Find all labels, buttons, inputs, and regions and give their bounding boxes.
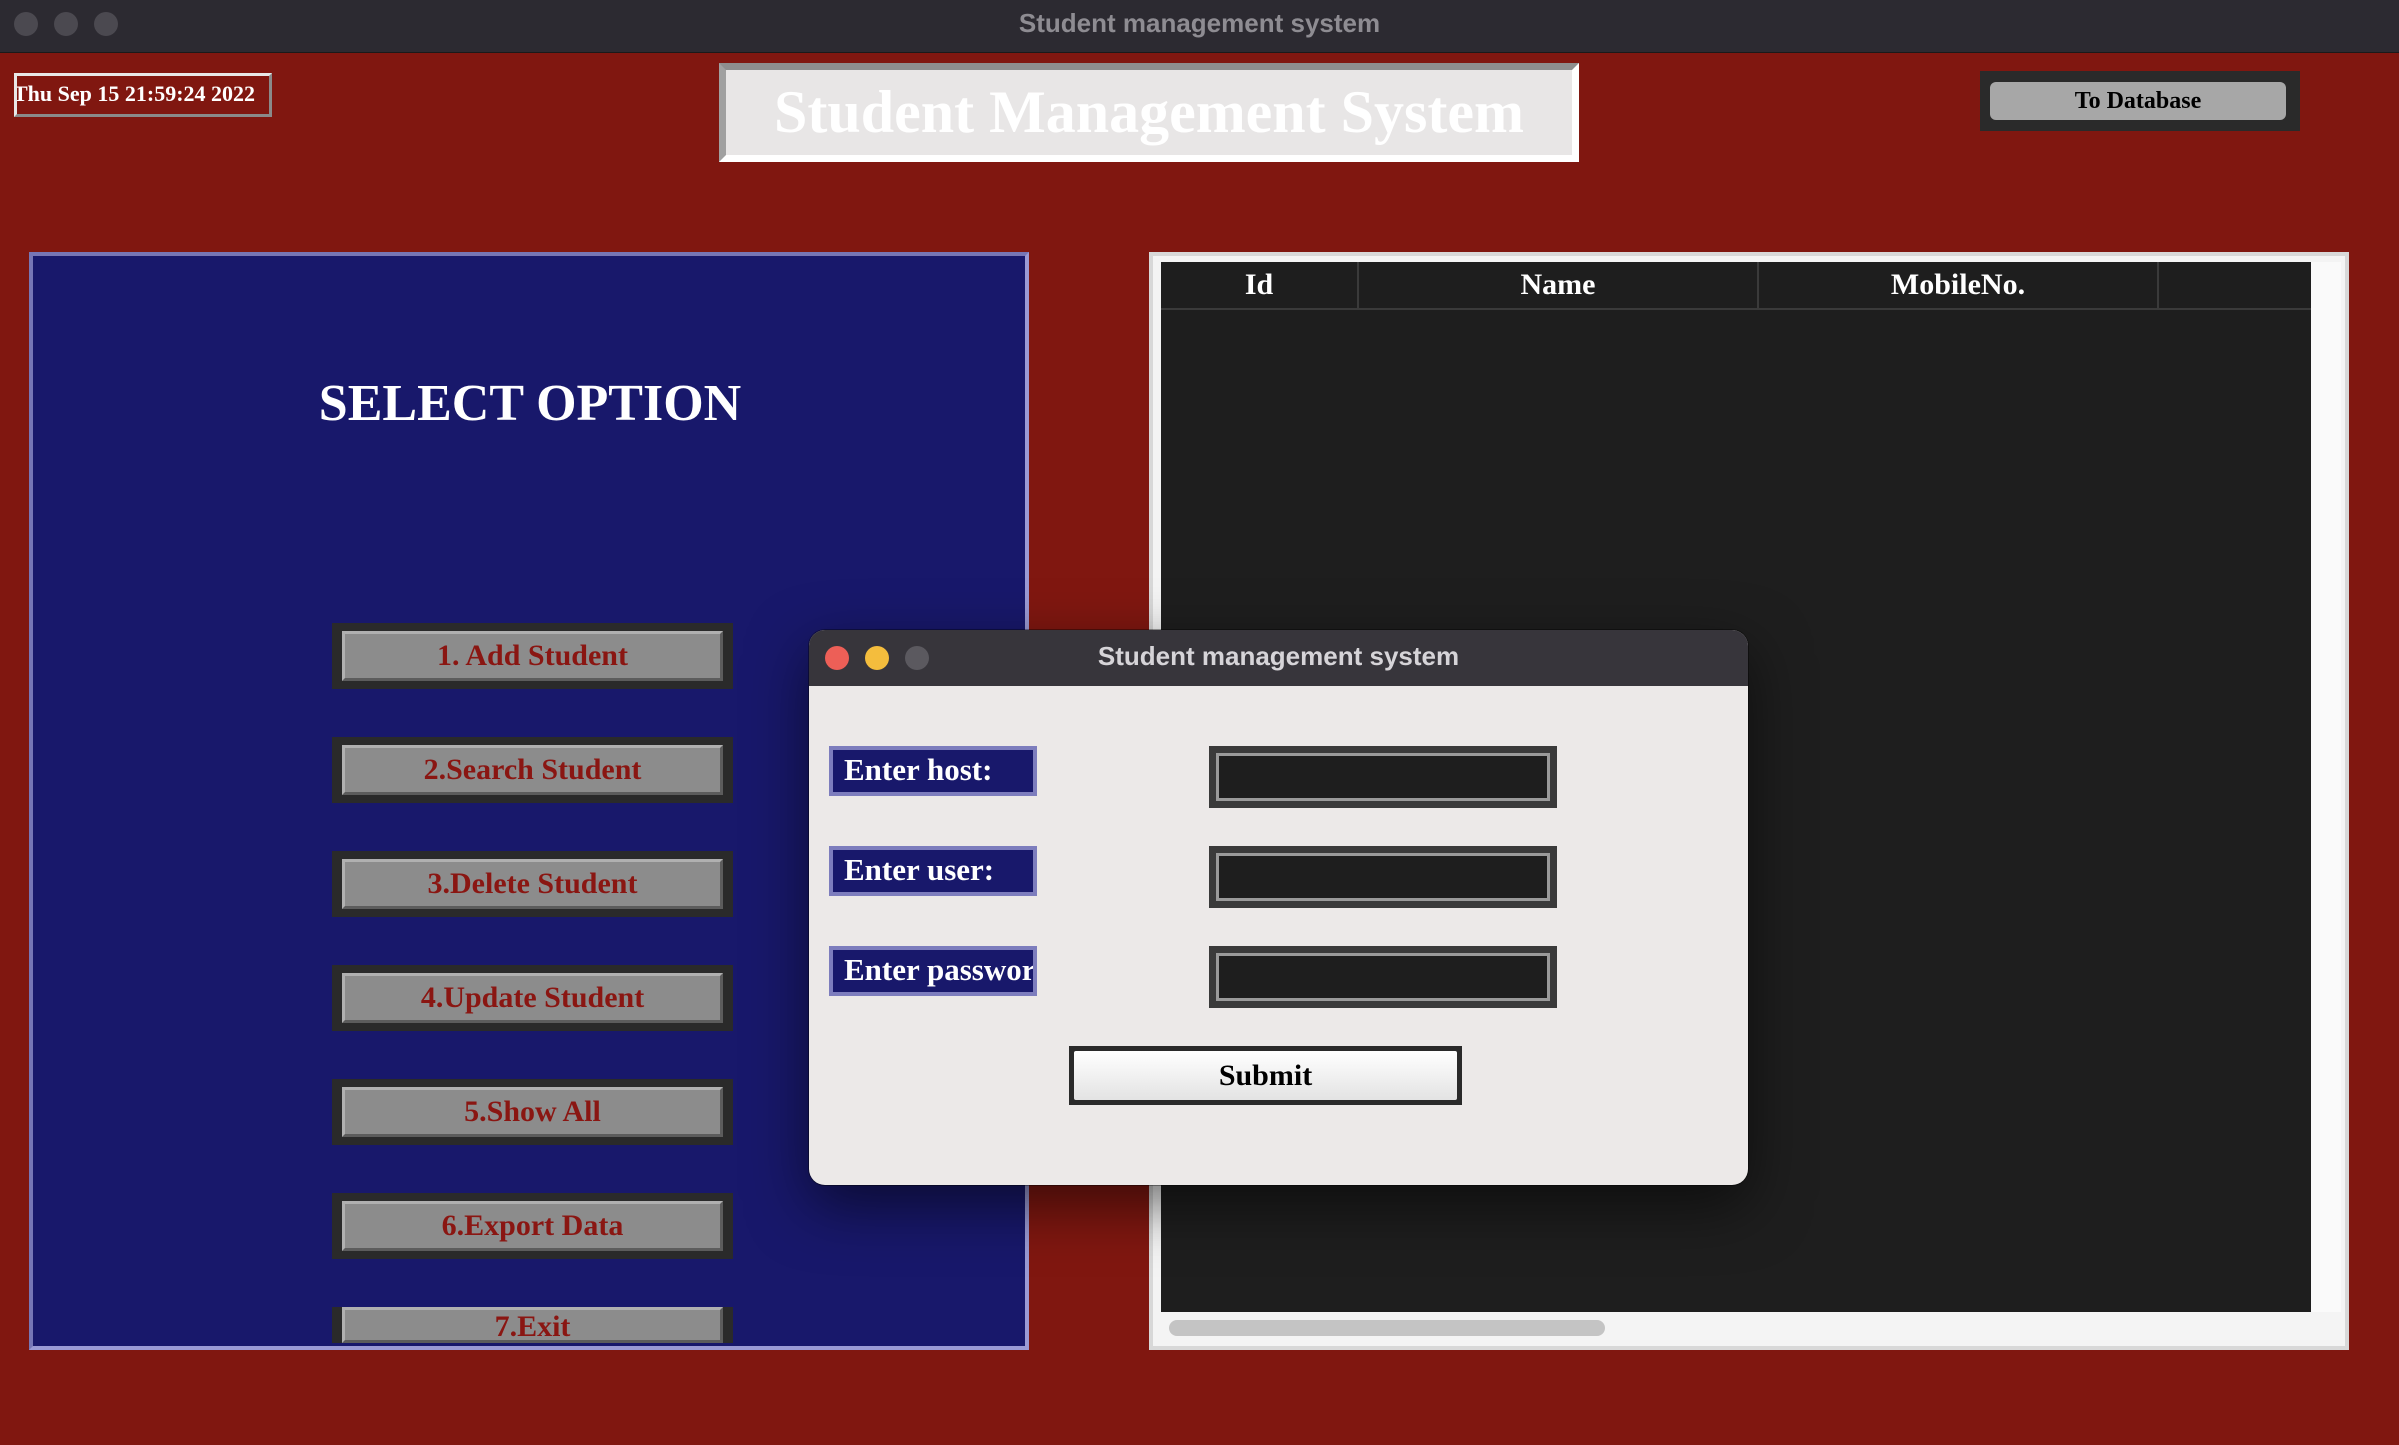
export-data-frame: 6.Export Data xyxy=(332,1193,733,1259)
delete-student-frame: 3.Delete Student xyxy=(332,851,733,917)
password-input[interactable] xyxy=(1216,953,1550,1001)
column-header-id[interactable]: Id xyxy=(1161,262,1359,308)
clock-label: Thu Sep 15 21:59:24 2022 xyxy=(14,73,272,117)
show-all-button[interactable]: 5.Show All xyxy=(342,1087,723,1137)
to-database-button[interactable]: To Database xyxy=(1990,82,2286,120)
update-student-button[interactable]: 4.Update Student xyxy=(342,973,723,1023)
show-all-frame: 5.Show All xyxy=(332,1079,733,1145)
window-title: Student management system xyxy=(1018,8,1381,38)
password-field-frame xyxy=(1209,946,1557,1008)
search-student-frame: 2.Search Student xyxy=(332,737,733,803)
horizontal-scrollbar[interactable] xyxy=(1161,1314,2311,1342)
dialog-titlebar: Student management system xyxy=(809,630,1748,686)
submit-button[interactable]: Submit xyxy=(1074,1051,1457,1100)
database-login-dialog: Student management system Enter host: En… xyxy=(809,630,1748,1185)
table-header: Id Name MobileNo. xyxy=(1161,262,2311,310)
dialog-title: Student management system xyxy=(1097,641,1460,671)
update-student-frame: 4.Update Student xyxy=(332,965,733,1031)
column-header-name[interactable]: Name xyxy=(1359,262,1759,308)
app-title-box: Student Management System xyxy=(719,63,1579,162)
add-student-frame: 1. Add Student xyxy=(332,623,733,689)
column-header-mobile[interactable]: MobileNo. xyxy=(1759,262,2159,308)
exit-button[interactable]: 7.Exit xyxy=(342,1307,723,1343)
vertical-scrollbar[interactable] xyxy=(2311,262,2341,1312)
to-database-frame: To Database xyxy=(1980,71,2300,131)
window-titlebar: Student management system xyxy=(0,0,2399,53)
host-label: Enter host: xyxy=(829,746,1037,796)
add-student-button[interactable]: 1. Add Student xyxy=(342,631,723,681)
host-input[interactable] xyxy=(1216,753,1550,801)
delete-student-button[interactable]: 3.Delete Student xyxy=(342,859,723,909)
user-field-frame xyxy=(1209,846,1557,908)
exit-frame: 7.Exit xyxy=(332,1307,733,1343)
horizontal-scroll-thumb[interactable] xyxy=(1169,1320,1605,1336)
user-label: Enter user: xyxy=(829,846,1037,896)
search-student-button[interactable]: 2.Search Student xyxy=(342,745,723,795)
app-title: Student Management System xyxy=(774,79,1524,145)
export-data-button[interactable]: 6.Export Data xyxy=(342,1201,723,1251)
password-label: Enter password: xyxy=(829,946,1037,996)
user-input[interactable] xyxy=(1216,853,1550,901)
submit-frame: Submit xyxy=(1069,1046,1462,1105)
select-option-title: SELECT OPTION xyxy=(318,375,742,432)
host-field-frame xyxy=(1209,746,1557,808)
